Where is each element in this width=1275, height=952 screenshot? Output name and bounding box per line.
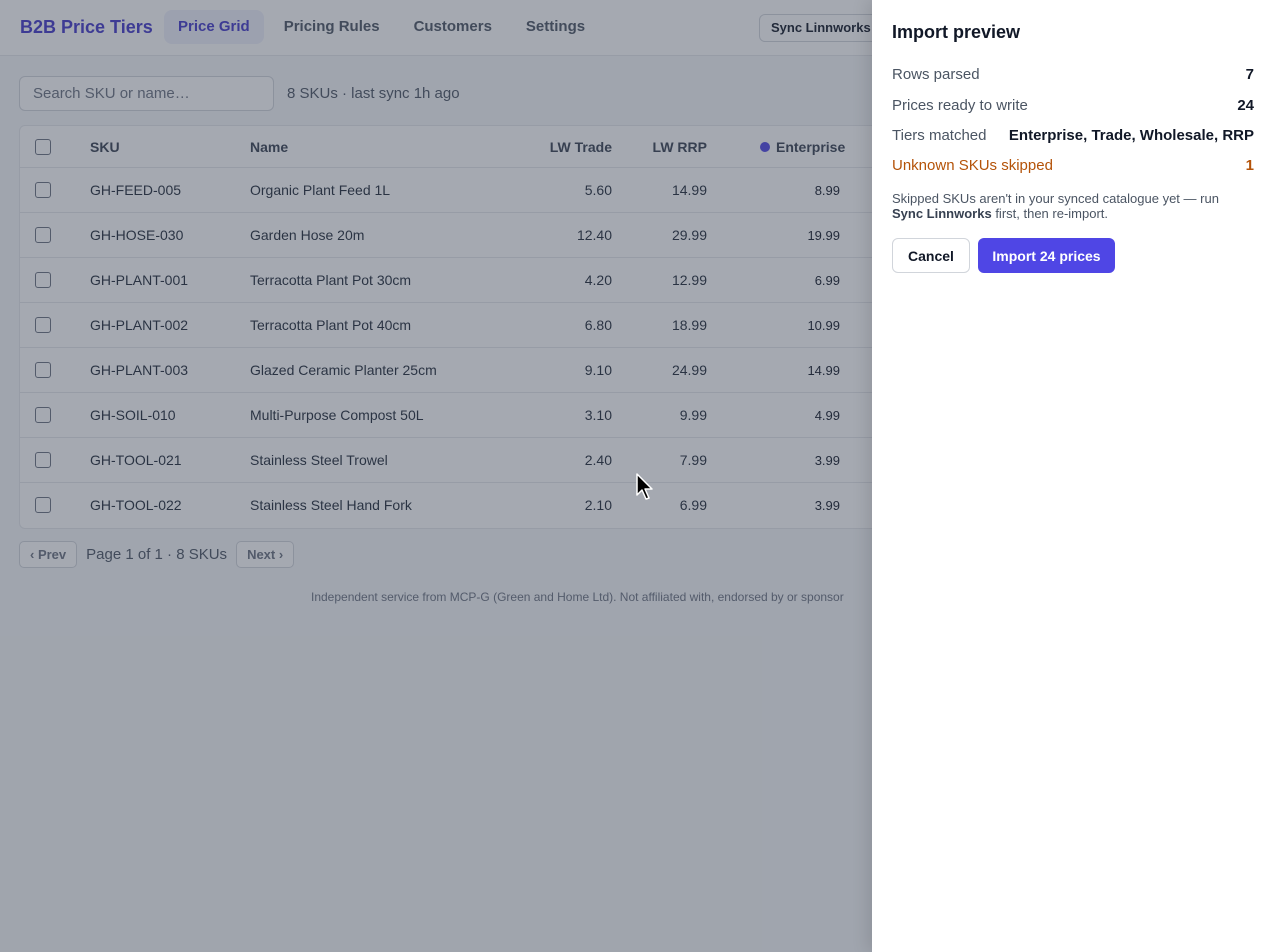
- stat-label: Rows parsed: [892, 66, 980, 83]
- stat-unknown-skus-skipped: Unknown SKUs skipped 1: [892, 157, 1254, 179]
- stat-label: Tiers matched: [892, 127, 987, 144]
- drawer-title: Import preview: [892, 22, 1021, 42]
- note-sync-linnworks: Sync Linnworks: [892, 206, 992, 221]
- stat-rows-parsed: Rows parsed 7: [892, 66, 1254, 88]
- mouse-cursor-icon: [636, 473, 653, 500]
- stat-value: 24: [1237, 97, 1254, 114]
- stat-value: 7: [1245, 66, 1254, 83]
- cancel-button[interactable]: Cancel: [892, 238, 970, 273]
- stat-label: Prices ready to write: [892, 97, 1028, 114]
- stat-value: Enterprise, Trade, Wholesale, RRP: [1008, 127, 1254, 144]
- import-prices-button[interactable]: Import 24 prices: [978, 238, 1115, 273]
- import-preview-drawer: Import preview Rows parsed 7 Prices read…: [872, 0, 1275, 952]
- stat-tiers-matched: Tiers matched Enterprise, Trade, Wholesa…: [892, 127, 1254, 149]
- stat-label: Unknown SKUs skipped: [892, 157, 1053, 174]
- stat-prices-ready: Prices ready to write 24: [892, 97, 1254, 119]
- skipped-skus-note: Skipped SKUs aren't in your synced catal…: [892, 191, 1219, 221]
- stat-value: 1: [1245, 157, 1254, 174]
